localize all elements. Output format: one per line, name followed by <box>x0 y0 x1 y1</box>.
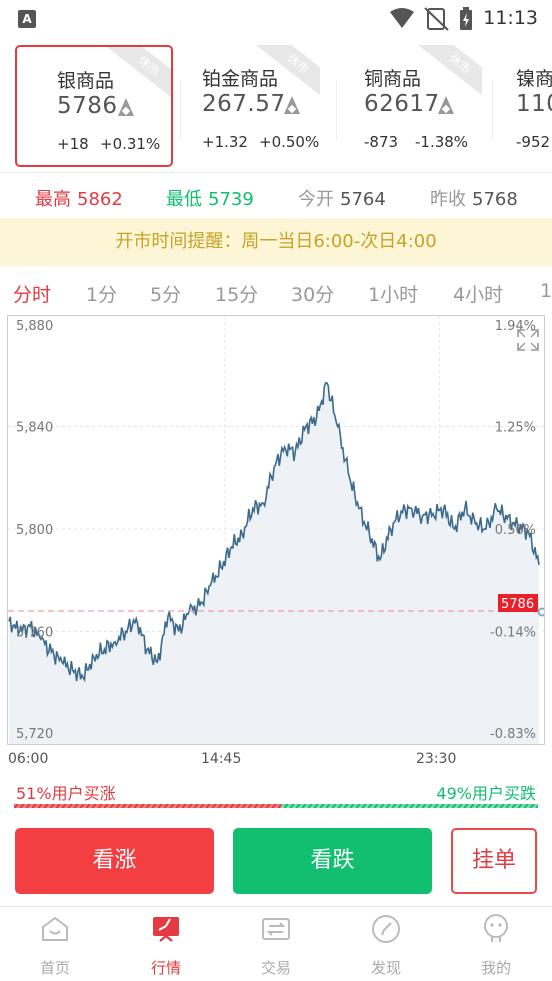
profile-icon <box>484 914 508 942</box>
instrument-change: -873 <box>364 133 399 151</box>
x-tick-label: 23:30 <box>416 751 457 767</box>
period-tab-more[interactable]: 1 <box>540 280 552 302</box>
chart-canvas: 5,880 1.94%5,840 1.25%5,800 0.56%5,760 -0.14… <box>8 316 547 744</box>
stat-high-label: 最高 <box>35 189 71 210</box>
instrument-change: -952 <box>516 133 551 151</box>
battery-charging-icon <box>460 7 472 30</box>
instrument-change: +1.32 <box>202 133 248 151</box>
stat-open-label: 今开 <box>298 189 334 210</box>
y-tick-label-right: -0.83% <box>490 727 536 742</box>
market-icon <box>153 917 179 942</box>
period-tab-1m[interactable]: 1分 <box>86 280 117 307</box>
sentiment-down-fill <box>281 804 538 808</box>
last-price-tag: 5786 <box>498 594 538 612</box>
y-tick-label-right: 1.25% <box>495 421 536 436</box>
app-notification-icon: A <box>18 10 36 28</box>
nav-profile[interactable]: 我的 <box>456 913 536 978</box>
instrument-percent: -1.38% <box>415 133 469 151</box>
stat-low: 最低 5739 <box>166 185 254 211</box>
period-tab-timeshare[interactable]: 分时 <box>13 280 51 307</box>
instrument-price: 110 <box>516 91 552 117</box>
instrument-name: 铜商品 <box>364 68 422 90</box>
discover-icon <box>372 915 400 943</box>
stat-prev-value: 5768 <box>472 189 518 210</box>
nav-home-label: 首页 <box>39 959 70 977</box>
instrument-name: 银商品 <box>57 70 115 92</box>
buy-down-sentiment: 49%用户买跌 <box>436 784 536 803</box>
up-arrow-icon <box>438 96 454 114</box>
nav-discover-label: 发现 <box>370 959 401 977</box>
period-tab-1h[interactable]: 1小时 <box>368 280 418 307</box>
price-stats: 最高 5862 最低 5739 今开 5764 昨收 5768 <box>0 172 552 218</box>
y-tick-label-left: 5,840 <box>16 421 53 436</box>
instrument-card-nickel[interactable]: 镍商 110 -952 <box>476 45 552 167</box>
period-tab-4h[interactable]: 4小时 <box>453 280 503 307</box>
instrument-card-copper[interactable]: 休市 铜商品 62617 -873 -1.38% <box>324 45 482 167</box>
last-price-dot <box>537 607 547 617</box>
y-tick-label-left: 5,800 <box>16 523 53 538</box>
x-tick-label: 06:00 <box>8 751 49 767</box>
price-chart[interactable]: 5,880 1.94% 5,840 1.25% 5,800 0.56% 5,760 -0.14… <box>7 315 547 745</box>
y-tick-label-right: -0.14% <box>490 626 536 641</box>
stat-prev-label: 昨收 <box>430 189 466 210</box>
nav-trade[interactable]: 交易 <box>236 913 316 978</box>
clock: 11:13 <box>483 7 538 29</box>
stat-high: 最高 5862 <box>35 185 123 211</box>
period-selector: 分时 1分 5分 15分 30分 1小时 4小时 1 <box>0 268 552 314</box>
nav-profile-label: 我的 <box>480 959 511 977</box>
stat-prev-close: 昨收 5768 <box>430 185 518 211</box>
instrument-tabs: 休市 银商品 5786 +18 +0.31% 休市 铂金商品 267.57 +1… <box>0 40 552 172</box>
sentiment-bar <box>14 804 538 808</box>
y-tick-label-left: 5,760 <box>16 626 53 641</box>
period-tab-30m[interactable]: 30分 <box>291 280 334 307</box>
bottom-navigation: 首页 行情 交易 发现 我的 <box>0 906 552 981</box>
instrument-price: 267.57 <box>202 91 286 117</box>
fullscreen-icon[interactable] <box>516 328 540 352</box>
instrument-name: 镍商 <box>516 68 552 90</box>
instrument-price: 5786 <box>57 93 118 119</box>
stat-open-value: 5764 <box>340 189 386 210</box>
status-bar: A 11:13 <box>0 0 552 38</box>
period-tab-15m[interactable]: 15分 <box>215 280 258 307</box>
y-tick-label-left: 5,880 <box>16 319 53 334</box>
stat-high-value: 5862 <box>77 189 123 210</box>
y-tick-label-right: 0.56% <box>495 523 536 538</box>
instrument-card-silver[interactable]: 休市 银商品 5786 +18 +0.31% <box>15 45 173 167</box>
sentiment-up-fill <box>14 804 282 808</box>
nav-market[interactable]: 行情 <box>126 913 206 978</box>
trading-hours-notice: 开市时间提醒：周一当日6:00-次日4:00 <box>0 218 552 266</box>
nav-discover[interactable]: 发现 <box>346 913 426 978</box>
instrument-percent: +0.31% <box>100 135 161 153</box>
up-arrow-icon <box>284 96 300 114</box>
buy-up-sentiment: 51%用户买涨 <box>16 784 116 803</box>
buy-up-button[interactable]: 看涨 <box>15 828 214 894</box>
instrument-price: 62617 <box>364 91 440 117</box>
last-price-label: 5786 <box>501 597 534 612</box>
nav-home[interactable]: 首页 <box>15 913 95 978</box>
instrument-change: +18 <box>57 135 89 153</box>
price-area <box>9 382 539 744</box>
y-tick-label-left: 5,720 <box>16 727 53 742</box>
stat-open: 今开 5764 <box>298 185 386 211</box>
trade-icon <box>262 918 290 940</box>
status-icons <box>390 7 472 31</box>
stat-low-label: 最低 <box>166 189 202 210</box>
place-order-button[interactable]: 挂单 <box>451 828 537 894</box>
nav-market-label: 行情 <box>150 959 181 977</box>
up-arrow-icon <box>118 98 134 116</box>
nav-trade-label: 交易 <box>260 959 291 977</box>
wifi-icon <box>390 8 414 28</box>
x-tick-label: 14:45 <box>201 751 242 767</box>
buy-down-button[interactable]: 看跌 <box>233 828 432 894</box>
stat-low-value: 5739 <box>208 189 254 210</box>
instrument-percent: +0.50% <box>259 133 320 151</box>
no-sim-icon <box>424 7 449 31</box>
home-icon <box>42 916 68 941</box>
instrument-name: 铂金商品 <box>202 68 279 90</box>
period-tab-5m[interactable]: 5分 <box>150 280 181 307</box>
instrument-card-platinum[interactable]: 休市 铂金商品 267.57 +1.32 +0.50% <box>162 45 320 167</box>
